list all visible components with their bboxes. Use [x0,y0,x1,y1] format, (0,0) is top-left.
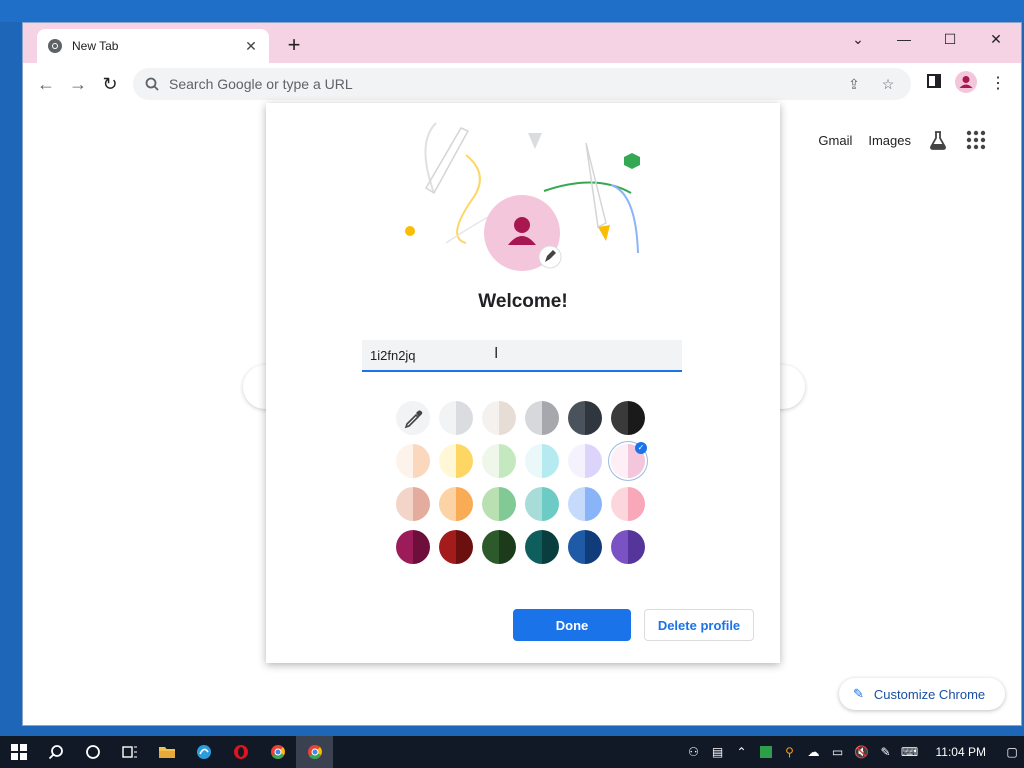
network-icon[interactable]: ▭ [826,736,850,768]
theme-swatch-green-light[interactable] [482,444,516,478]
omnibox-placeholder: Search Google or type a URL [169,76,353,92]
tab-new-tab[interactable]: New Tab ✕ [37,29,269,63]
theme-swatch-teal-dark[interactable] [525,530,559,564]
close-window-button[interactable]: ✕ [973,27,1019,53]
theme-swatch-grey[interactable] [525,401,559,435]
theme-swatch-peach-light[interactable] [396,444,430,478]
taskbar: ⚇ ▤ ⌃ ⚲ ☁ ▭ 🔇 ✎ ⌨ 11:04 PM ▢ [0,736,1024,768]
search-icon [145,77,159,91]
theme-swatch-lavender-light[interactable] [568,444,602,478]
theme-swatch-red-dark[interactable] [439,530,473,564]
chrome-window: New Tab ✕ + ⌄ — ☐ ✕ ← → ↻ Search Google … [22,22,1022,726]
theme-swatch-slate[interactable] [568,401,602,435]
theme-swatch-blue[interactable] [568,487,602,521]
new-tab-button[interactable]: + [283,34,305,57]
app-tray-icon[interactable] [754,736,778,768]
clock[interactable]: 11:04 PM [922,745,1000,759]
close-tab-icon[interactable]: ✕ [243,38,259,55]
pencil-icon: ✎ [853,686,864,701]
profile-name-field[interactable] [362,340,682,372]
maximize-button[interactable]: ☐ [927,27,973,53]
theme-swatch-pink[interactable] [611,487,645,521]
reload-button[interactable]: ↻ [97,71,123,97]
tab-title: New Tab [72,39,119,53]
theme-swatch-black[interactable] [611,401,645,435]
tab-search-chevron-icon[interactable]: ⌄ [835,27,881,53]
task-view-icon[interactable] [111,736,148,768]
bookmark-star-icon[interactable]: ☆ [877,73,899,95]
forward-button[interactable]: → [65,71,91,97]
start-button[interactable] [0,736,37,768]
theme-swatch-salmon[interactable] [396,487,430,521]
theme-swatch-cyan-light[interactable] [525,444,559,478]
eyedropper-icon [404,410,423,429]
file-explorer-icon[interactable] [148,736,185,768]
welcome-illustration [405,122,640,271]
labs-flask-icon[interactable] [927,129,949,151]
gmail-link[interactable]: Gmail [818,133,852,148]
edge-icon[interactable] [185,736,222,768]
news-icon[interactable]: ▤ [706,736,730,768]
welcome-heading: Welcome! [478,291,568,312]
theme-swatch-beige[interactable] [482,401,516,435]
toolbar: ← → ↻ Search Google or type a URL ⇪ ☆ ⋮ [23,63,1021,103]
desktop-strip [0,0,1024,22]
notifications-icon[interactable]: ▢ [1000,736,1024,768]
volume-muted-icon[interactable]: 🔇 [850,736,874,768]
top-links: Gmail Images [818,129,987,151]
tab-strip: New Tab ✕ + ⌄ — ☐ ✕ [23,23,1021,63]
chrome-icon [48,39,62,53]
theme-swatch-magenta-dark[interactable] [396,530,430,564]
back-button[interactable]: ← [33,71,59,97]
profile-avatar-icon[interactable] [953,71,979,97]
apps-grid-icon[interactable] [965,129,987,151]
done-button[interactable]: Done [513,609,631,641]
chrome-active-taskbar-icon[interactable] [296,736,333,768]
menu-kebab-icon[interactable]: ⋮ [985,71,1011,97]
theme-swatch-orange[interactable] [439,487,473,521]
chevron-up-icon[interactable]: ⌃ [730,736,754,768]
cloud-icon[interactable]: ☁ [802,736,826,768]
theme-swatch-yellow[interactable] [439,444,473,478]
search-tray-icon[interactable]: ⚲ [778,736,802,768]
profile-name-input[interactable] [370,347,674,363]
search-taskbar-icon[interactable] [37,736,74,768]
theme-swatch-teal[interactable] [525,487,559,521]
share-icon[interactable]: ⇪ [843,73,865,95]
people-icon[interactable]: ⚇ [682,736,706,768]
customize-label: Customize Chrome [873,686,986,702]
text-cursor-icon: I [494,345,499,362]
system-tray: ⚇ ▤ ⌃ ⚲ ☁ ▭ 🔇 ✎ ⌨ 11:04 PM ▢ [682,736,1024,768]
omnibox[interactable]: Search Google or type a URL ⇪ ☆ [133,68,911,100]
theme-swatch-white-grey[interactable] [439,401,473,435]
theme-swatch-green-dark[interactable] [482,530,516,564]
opera-icon[interactable] [222,736,259,768]
windows-logo-icon [10,744,27,760]
chrome-taskbar-icon[interactable] [259,736,296,768]
selected-check-icon: ✓ [635,442,647,454]
side-panel-icon[interactable] [921,71,947,97]
keyboard-icon[interactable]: ⌨ [898,736,922,768]
theme-swatch-color-picker[interactable] [396,401,430,435]
cortana-icon[interactable] [74,736,111,768]
theme-swatch-green[interactable] [482,487,516,521]
customize-chrome-button[interactable]: ✎ Customize Chrome [839,678,1005,710]
delete-profile-button[interactable]: Delete profile [644,609,754,641]
pen-icon[interactable]: ✎ [874,736,898,768]
minimize-button[interactable]: — [881,27,927,53]
theme-swatch-blue-dark[interactable] [568,530,602,564]
theme-swatch-purple[interactable] [611,530,645,564]
images-link[interactable]: Images [868,133,911,148]
new-tab-page: Gmail Images ✎ Customize Chrome Welcome!… [23,103,1021,725]
profile-customization-dialog: Welcome! I ✓ Done Delete profile [266,103,780,663]
